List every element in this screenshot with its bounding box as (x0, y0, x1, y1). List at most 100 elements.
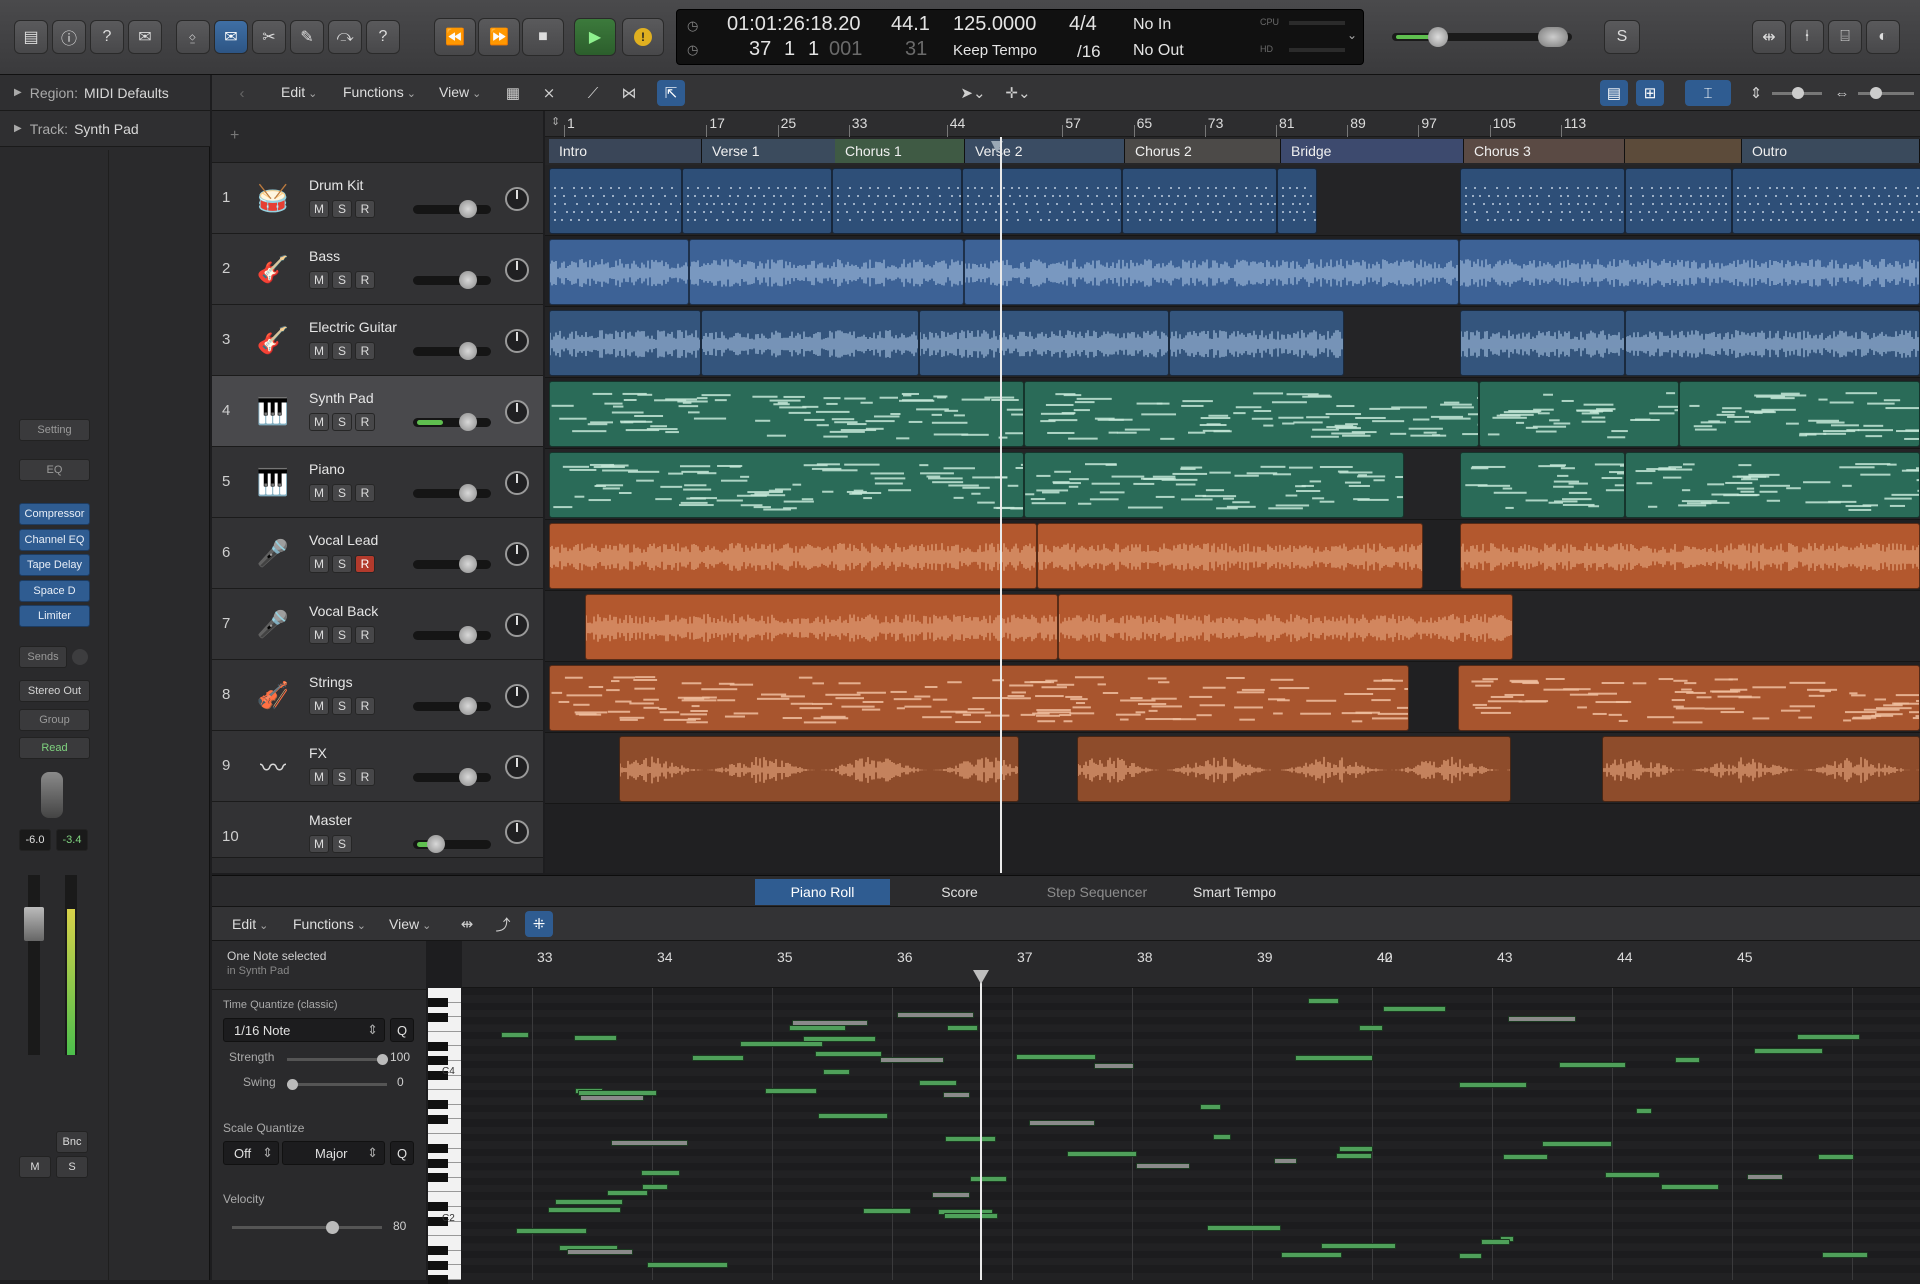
solo-button[interactable]: S (332, 484, 352, 502)
eq-button[interactable]: EQ (19, 459, 90, 481)
volume-fader[interactable] (413, 768, 491, 786)
record-enable-button[interactable]: R (355, 484, 375, 502)
region[interactable] (919, 310, 1169, 376)
midi-note[interactable] (647, 1262, 728, 1268)
midi-note[interactable] (1559, 1062, 1626, 1068)
track-header[interactable]: 8 🎻 Strings M S R (212, 660, 543, 731)
fader-knob[interactable] (459, 200, 477, 218)
black-key[interactable] (428, 1260, 448, 1270)
fader-knob[interactable] (459, 768, 477, 786)
region[interactable] (549, 381, 1024, 447)
mixer-icon[interactable]: ⍚ (176, 20, 210, 54)
midi-note[interactable] (611, 1140, 688, 1146)
loops-icon[interactable]: ◐ (1866, 20, 1900, 54)
midi-note[interactable] (1605, 1172, 1660, 1178)
pointer-tool-icon[interactable]: ➤⌄ (952, 80, 994, 106)
region[interactable] (549, 523, 1037, 589)
track-name[interactable]: Vocal Lead (309, 532, 378, 548)
midi-note[interactable] (1542, 1141, 1612, 1147)
solo-button[interactable]: S (332, 835, 352, 853)
vertical-zoom-slider[interactable] (1772, 87, 1822, 99)
black-key[interactable] (428, 998, 448, 1007)
midi-note[interactable] (1661, 1184, 1719, 1190)
track-name[interactable]: Synth Pad (309, 390, 374, 406)
black-key[interactable] (428, 1114, 448, 1124)
record-enable-button[interactable]: R (355, 626, 375, 644)
tab-smart-tempo[interactable]: Smart Tempo (1167, 879, 1302, 905)
bounce-button[interactable]: Bnc (56, 1131, 88, 1153)
library-icon[interactable]: ▤ (14, 20, 48, 54)
snap-icon[interactable]: ⌶ (1685, 80, 1731, 106)
track-name[interactable]: Drum Kit (309, 177, 363, 193)
midi-note[interactable] (578, 1090, 657, 1096)
catch-playhead-icon[interactable]: ⇱ (657, 80, 685, 106)
forward-button[interactable]: ⏩ (478, 18, 520, 56)
chevron-down-icon[interactable]: ⌄ (1347, 28, 1357, 42)
plugin-slot-space-d[interactable]: Space D (19, 580, 90, 602)
view-menu[interactable]: View (439, 84, 481, 100)
plugin-slot-limiter[interactable]: Limiter (19, 605, 90, 627)
volume-fader[interactable] (413, 835, 491, 853)
midi-note[interactable] (945, 1136, 996, 1142)
mute-button[interactable]: M (309, 697, 329, 715)
editor-view-menu[interactable]: View (389, 916, 431, 932)
region[interactable] (1122, 168, 1277, 234)
track-header[interactable]: 7 🎤 Vocal Back M S R (212, 589, 543, 660)
functions-menu[interactable]: Functions (343, 84, 416, 100)
media-browser-icon[interactable]: ⌸ (1828, 20, 1862, 54)
region[interactable] (682, 168, 832, 234)
arrange-area[interactable] (545, 165, 1920, 873)
midi-note[interactable] (1359, 1025, 1383, 1031)
track-name[interactable]: Bass (309, 248, 340, 264)
midi-note[interactable] (1675, 1057, 1700, 1063)
region[interactable] (549, 310, 701, 376)
midi-note[interactable] (765, 1088, 817, 1094)
editor-functions-menu[interactable]: Functions (293, 916, 366, 932)
region[interactable] (549, 452, 1024, 518)
marker-chorus-3[interactable]: Chorus 3 (1464, 139, 1625, 163)
pan-knob[interactable] (505, 400, 529, 424)
automation-icon[interactable]: ⟋ (579, 80, 607, 106)
region[interactable] (1625, 168, 1732, 234)
midi-note[interactable] (1067, 1151, 1137, 1157)
midi-note[interactable] (1747, 1174, 1783, 1180)
tab-step-sequencer[interactable]: Step Sequencer (1027, 879, 1167, 905)
track-name[interactable]: Strings (309, 674, 353, 690)
track-lane[interactable] (545, 804, 1920, 873)
region[interactable] (1277, 168, 1317, 234)
midi-note[interactable] (1321, 1243, 1396, 1249)
region[interactable] (1037, 523, 1423, 589)
sends-button[interactable]: Sends (19, 646, 67, 668)
midi-note[interactable] (897, 1012, 974, 1018)
marker-track[interactable]: Intro Verse 1 Chorus 1 Verse 2 Chorus 2 Bridg… (545, 137, 1920, 165)
midi-note[interactable] (1136, 1163, 1190, 1169)
pencil-icon[interactable]: ✎ (290, 20, 324, 54)
midi-note[interactable] (641, 1170, 680, 1176)
track-header[interactable]: 5 🎹 Piano M S R (212, 447, 543, 518)
add-track-icon[interactable]: + (230, 127, 239, 145)
midi-note[interactable] (1636, 1108, 1652, 1114)
midi-note[interactable] (1308, 998, 1339, 1004)
region[interactable] (962, 168, 1122, 234)
smart-help-icon[interactable]: ? (90, 20, 124, 54)
volume-fader[interactable] (413, 555, 491, 573)
pan-knob[interactable] (505, 187, 529, 211)
piano-roll-playhead[interactable] (973, 970, 989, 1280)
marker-verse-2[interactable]: Verse 2 (965, 139, 1125, 163)
inspector-icon[interactable]: ⓘ (52, 20, 86, 54)
record-enable-button[interactable]: R (355, 342, 375, 360)
fader-knob[interactable] (459, 271, 477, 289)
fader-knob[interactable] (459, 697, 477, 715)
send-knob[interactable] (72, 649, 88, 665)
record-enable-button[interactable]: R (355, 697, 375, 715)
editors-icon[interactable]: ✉ (214, 20, 248, 54)
midi-note[interactable] (1459, 1253, 1482, 1259)
midi-note[interactable] (1200, 1104, 1221, 1110)
back-icon[interactable]: ‹ (228, 80, 256, 106)
track-inspector-row[interactable]: ▶ Track: Synth Pad (0, 111, 210, 147)
midi-note[interactable] (1754, 1048, 1823, 1054)
region[interactable] (1169, 310, 1344, 376)
midi-note[interactable] (567, 1249, 633, 1255)
region[interactable] (1459, 239, 1920, 305)
time-signature[interactable]: 4/4 (1069, 13, 1097, 36)
